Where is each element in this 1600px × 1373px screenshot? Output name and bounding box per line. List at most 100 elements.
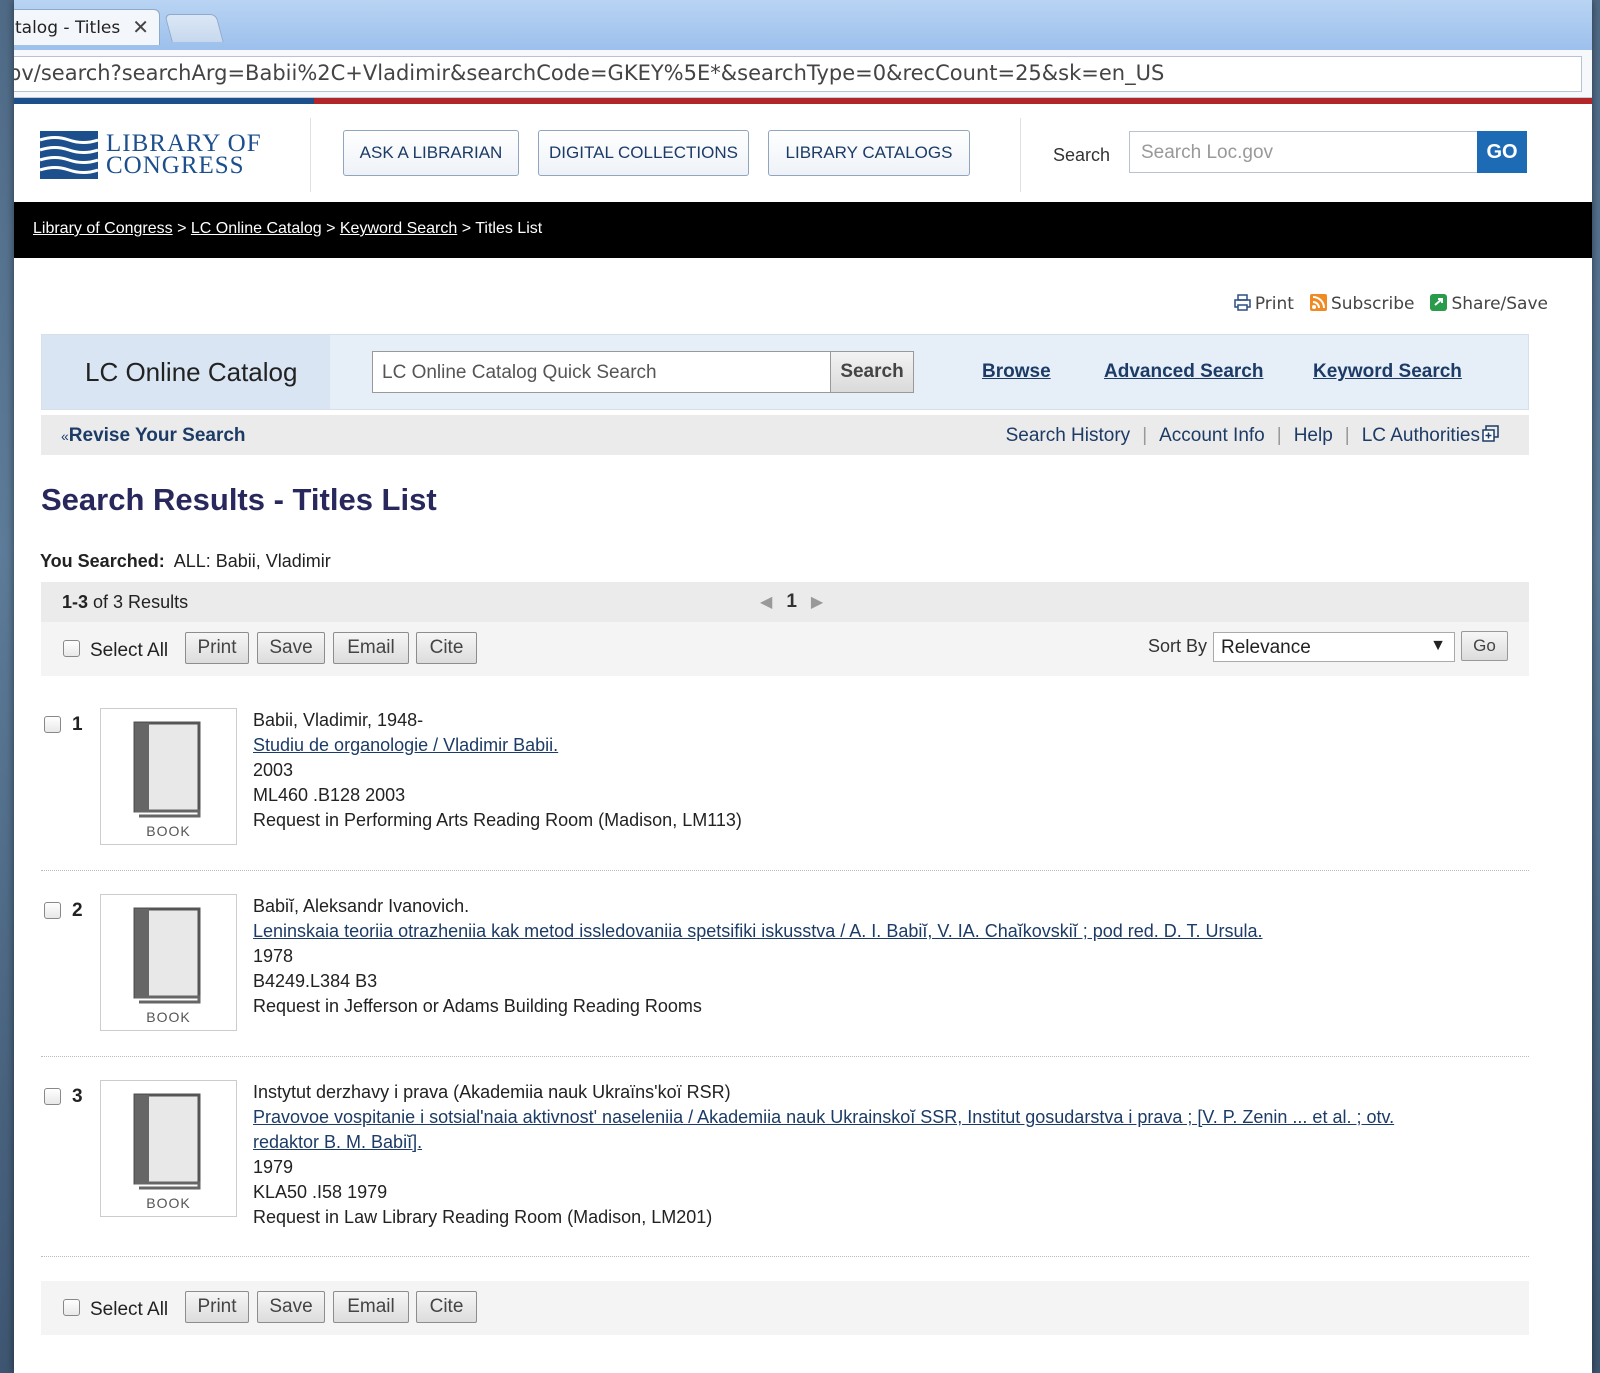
next-page-icon[interactable]: ▶ xyxy=(811,594,823,611)
select-all-label: Select All xyxy=(90,640,169,661)
account-links: Search History | Account Info | Help | L… xyxy=(1006,425,1499,447)
rss-icon xyxy=(1309,294,1327,311)
result-divider xyxy=(41,1056,1529,1057)
breadcrumb-library-of-congress[interactable]: Library of Congress xyxy=(33,220,173,237)
result-checkbox[interactable] xyxy=(44,1088,61,1105)
results-summary-bar: 1-3 of 3 Results ◀ 1 ▶ xyxy=(41,582,1529,622)
result-number: 2 xyxy=(72,900,83,921)
print-button[interactable]: Print xyxy=(185,632,249,664)
new-tab-button[interactable] xyxy=(164,14,224,42)
browser-window: talog - Titles ✕ bv/search?searchArg=Bab… xyxy=(14,0,1592,1373)
keyword-search-link[interactable]: Keyword Search xyxy=(1313,361,1462,383)
save-button[interactable]: Save xyxy=(257,632,325,664)
share-label: Share/Save xyxy=(1451,294,1548,314)
book-icon xyxy=(133,907,201,1004)
loc-logo[interactable]: LIBRARY OF CONGRESS xyxy=(40,128,270,182)
result-author: Babiĭ, Aleksandr Ivanovich. xyxy=(253,896,470,916)
site-header: LIBRARY OF CONGRESS ASK A LIBRARIAN DIGI… xyxy=(14,104,1592,204)
you-searched-value: ALL: Babii, Vladimir xyxy=(173,551,331,571)
share-tool[interactable]: Share/Save xyxy=(1430,294,1548,314)
logo-line2: CONGRESS xyxy=(106,152,245,179)
library-catalogs-button[interactable]: LIBRARY CATALOGS xyxy=(768,130,970,176)
breadcrumb-keyword-search[interactable]: Keyword Search xyxy=(340,220,457,237)
printer-icon xyxy=(1234,294,1251,311)
cite-button[interactable]: Cite xyxy=(416,1291,477,1323)
logo-wordmark: LIBRARY OF CONGRESS xyxy=(106,131,262,179)
account-info-link[interactable]: Account Info xyxy=(1159,425,1265,447)
result-divider xyxy=(41,870,1529,871)
subscribe-tool[interactable]: Subscribe xyxy=(1309,294,1415,314)
result-number: 3 xyxy=(72,1086,83,1107)
sort-by-label: Sort By xyxy=(1148,636,1208,656)
digital-collections-button[interactable]: DIGITAL COLLECTIONS xyxy=(538,130,749,176)
site-search-go-button[interactable]: GO xyxy=(1477,131,1527,173)
lc-authorities-label: LC Authorities xyxy=(1361,425,1480,446)
results-count: 1-3 of 3 Results xyxy=(62,592,188,613)
results-total: of 3 Results xyxy=(93,592,189,612)
header-divider xyxy=(310,118,311,192)
result-call-number: ML460 .B128 2003 xyxy=(253,785,406,805)
book-thumbnail[interactable]: BOOK xyxy=(100,708,237,845)
select-all-label: Select All xyxy=(90,1299,169,1320)
save-button[interactable]: Save xyxy=(257,1291,325,1323)
breadcrumb-separator: > xyxy=(326,220,336,237)
site-search-input[interactable]: Search Loc.gov xyxy=(1129,131,1479,173)
lc-authorities-link[interactable]: LC Authorities xyxy=(1362,425,1499,447)
book-thumbnail[interactable]: BOOK xyxy=(100,894,237,1031)
flag-logo-icon xyxy=(40,131,98,179)
result-date: 1978 xyxy=(253,946,294,966)
subscribe-label: Subscribe xyxy=(1330,294,1415,314)
revise-search-link[interactable]: «Revise Your Search xyxy=(61,425,246,447)
result-author: Instytut derzhavy i prava (Akademiia nau… xyxy=(253,1082,731,1102)
sort-go-button[interactable]: Go xyxy=(1461,631,1508,661)
sub-navigation: «Revise Your Search Search History | Acc… xyxy=(41,415,1529,455)
search-history-link[interactable]: Search History xyxy=(1006,425,1131,447)
dropdown-arrow-icon: ▼ xyxy=(1430,637,1446,654)
tab-close-icon[interactable]: ✕ xyxy=(132,15,149,39)
browse-link[interactable]: Browse xyxy=(982,361,1051,383)
advanced-search-link[interactable]: Advanced Search xyxy=(1104,361,1263,383)
select-all-checkbox[interactable] xyxy=(63,1299,80,1316)
result-date: 1979 xyxy=(253,1157,294,1177)
result-checkbox[interactable] xyxy=(44,716,61,733)
you-searched-label: You Searched: xyxy=(40,551,165,571)
results-range: 1-3 xyxy=(62,592,89,612)
result-details: Babiĭ, Aleksandr Ivanovich. Leninskaia t… xyxy=(253,894,1413,1019)
book-thumbnail[interactable]: BOOK xyxy=(100,1080,237,1217)
breadcrumb-lc-online-catalog[interactable]: LC Online Catalog xyxy=(191,220,322,237)
link-separator: | xyxy=(1344,425,1350,446)
format-label: BOOK xyxy=(146,1195,191,1211)
email-button[interactable]: Email xyxy=(333,1291,409,1323)
result-title-link[interactable]: Pravovoe vospitanie i sotsial'naia aktiv… xyxy=(253,1105,1423,1155)
result-location: Request in Jefferson or Adams Building R… xyxy=(253,996,702,1016)
url-field[interactable]: bv/search?searchArg=Babii%2C+Vladimir&se… xyxy=(14,56,1582,92)
tab-strip: talog - Titles ✕ xyxy=(14,0,1592,50)
quick-search-button[interactable]: Search xyxy=(830,351,914,393)
breadcrumb: Library of Congress > LC Online Catalog … xyxy=(14,202,1592,258)
select-all-checkbox[interactable] xyxy=(63,640,80,657)
print-label: Print xyxy=(1254,294,1294,314)
sort-select[interactable]: Relevance ▼ xyxy=(1213,632,1455,662)
help-link[interactable]: Help xyxy=(1294,425,1333,447)
prev-page-icon[interactable]: ◀ xyxy=(760,594,772,611)
print-tool[interactable]: Print xyxy=(1234,294,1294,314)
browser-tab[interactable]: talog - Titles ✕ xyxy=(14,9,160,45)
external-window-icon xyxy=(1482,425,1499,442)
breadcrumb-separator: > xyxy=(177,220,187,237)
result-title-link[interactable]: Leninskaia teoriia otrazheniia kak metod… xyxy=(253,919,1413,944)
cite-button[interactable]: Cite xyxy=(416,632,477,664)
result-checkbox[interactable] xyxy=(44,902,61,919)
email-button[interactable]: Email xyxy=(333,632,409,664)
result-author: Babii, Vladimir, 1948- xyxy=(253,710,424,730)
result-call-number: KLA50 .I58 1979 xyxy=(253,1182,388,1202)
ask-a-librarian-button[interactable]: ASK A LIBRARIAN xyxy=(343,130,519,176)
current-page[interactable]: 1 xyxy=(786,591,797,612)
print-button[interactable]: Print xyxy=(185,1291,249,1323)
format-label: BOOK xyxy=(146,823,191,839)
header-divider xyxy=(1020,118,1021,192)
quick-search-input[interactable]: LC Online Catalog Quick Search xyxy=(372,351,832,393)
url-text: bv/search?searchArg=Babii%2C+Vladimir&se… xyxy=(14,61,1165,85)
breadcrumb-current: Titles List xyxy=(475,220,543,237)
result-title-link[interactable]: Studiu de organologie / Vladimir Babii. xyxy=(253,733,1413,758)
page-tools: Print Subscribe Share/Save xyxy=(1234,294,1548,314)
